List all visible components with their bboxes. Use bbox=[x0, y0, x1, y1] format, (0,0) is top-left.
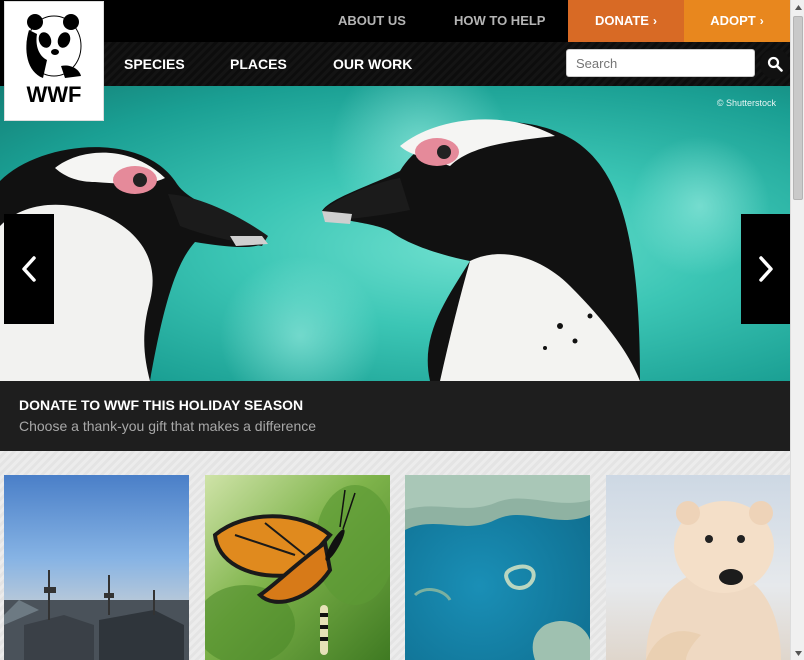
harbor-boats-image bbox=[4, 570, 189, 660]
slide-prev-button[interactable] bbox=[4, 214, 54, 324]
donate-button[interactable]: DONATE › bbox=[568, 0, 684, 42]
search-input[interactable] bbox=[566, 49, 755, 77]
chevron-right-icon bbox=[758, 256, 773, 282]
logo-text: WWF bbox=[26, 82, 82, 107]
chevron-right-icon: › bbox=[652, 14, 657, 28]
nav-how-to-help[interactable]: HOW TO HELP bbox=[454, 0, 545, 42]
adopt-button[interactable]: ADOPT › bbox=[684, 0, 790, 42]
adopt-label: ADOPT bbox=[710, 13, 756, 28]
site-header: ABOUT US HOW TO HELP DONATE › ADOPT › SPEC… bbox=[0, 0, 790, 86]
triangle-down-icon bbox=[794, 650, 802, 656]
slide-next-button[interactable] bbox=[741, 214, 790, 324]
feature-tiles bbox=[0, 451, 791, 660]
caption-subtitle: Choose a thank-you gift that makes a dif… bbox=[19, 418, 317, 434]
nav-species[interactable]: SPECIES bbox=[124, 42, 185, 86]
nav-places[interactable]: PLACES bbox=[230, 42, 287, 86]
tile-coral-reef[interactable] bbox=[405, 475, 590, 660]
hero-image bbox=[0, 86, 770, 381]
scroll-up-button[interactable] bbox=[791, 0, 804, 14]
donate-label: DONATE bbox=[595, 13, 649, 28]
nav-about-us[interactable]: ABOUT US bbox=[338, 0, 406, 42]
polar-bear-image bbox=[646, 501, 781, 660]
photo-credit: © Shutterstock bbox=[716, 98, 776, 108]
nav-our-work[interactable]: OUR WORK bbox=[333, 42, 412, 86]
chevron-left-icon bbox=[22, 256, 36, 282]
page-scrollbar[interactable] bbox=[790, 0, 804, 660]
triangle-up-icon bbox=[794, 4, 802, 10]
search-button[interactable] bbox=[760, 49, 790, 79]
tile-harbor-boats[interactable] bbox=[4, 475, 189, 660]
wwf-logo[interactable]: WWF bbox=[4, 1, 104, 121]
search-icon bbox=[767, 56, 783, 72]
scroll-down-button[interactable] bbox=[791, 646, 804, 660]
coral-reef-image bbox=[405, 475, 590, 660]
hero-caption[interactable]: DONATE TO WWF THIS HOLIDAY SEASON Choose… bbox=[0, 381, 790, 451]
panda-logo-icon bbox=[26, 14, 82, 78]
monarch-butterfly-image bbox=[205, 485, 390, 660]
chevron-right-icon: › bbox=[759, 14, 764, 28]
caption-title[interactable]: DONATE TO WWF THIS HOLIDAY SEASON bbox=[19, 397, 303, 413]
hero-slideshow: © Shutterstock bbox=[0, 86, 790, 381]
tile-monarch-butterfly[interactable] bbox=[205, 475, 390, 660]
scroll-thumb[interactable] bbox=[793, 16, 803, 200]
tile-polar-bear[interactable] bbox=[606, 475, 791, 660]
